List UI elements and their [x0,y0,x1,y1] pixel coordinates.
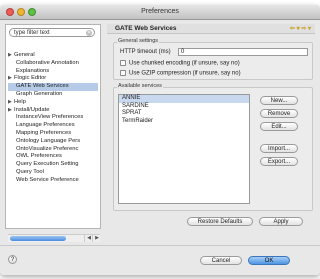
tree-item-label: GATE Web Services [16,83,69,90]
tree-item[interactable]: ▶ Flogic Editor [8,75,98,83]
window-title: Preferences [141,8,179,15]
tree-item-label: Graph Generation [16,90,63,97]
tree-item[interactable]: OWL Preferences [8,153,98,161]
tree-item-label: Query Tool [16,168,44,175]
filter-input-text: type filter text [14,30,50,36]
gzip-compression-row[interactable]: Use GZIP compression (if unsure, say no) [120,70,241,77]
tree-item[interactable]: ▶ General [8,52,98,60]
tree-item-label: General [14,52,35,58]
service-list-item[interactable]: SPRAT [119,110,249,118]
service-list-item[interactable]: ANNIE [119,95,249,103]
tree-item[interactable]: ▶ Install/Update [8,107,98,115]
chunked-encoding-row[interactable]: Use chunked encoding (if unsure, say no) [120,60,240,67]
tree-item-label: Help [14,98,26,105]
tree-item[interactable]: Collaborative Annotation [8,60,98,68]
preferences-window: Preferences type filter text ✕ ▶ General C… [0,5,320,275]
horizontal-scrollbar[interactable]: ◀ ▶ [8,234,100,242]
edit-service-button[interactable]: Edit... [260,122,298,131]
service-list-item[interactable]: SARDINE [119,103,249,111]
import-services-button[interactable]: Import... [260,144,298,153]
tree-item[interactable]: GATE Web Services [8,83,98,91]
available-services-label: Available services [117,83,163,89]
tree-item-label: Query Execution Setting [16,161,79,168]
tree-item[interactable]: Ontology Language Pers [8,138,98,146]
ok-button[interactable]: OK [248,256,290,265]
tree-item-label: Install/Update [14,106,50,113]
chunked-encoding-label: Use chunked encoding (if unsure, say no) [129,60,240,67]
tree-item[interactable]: Language Preferences [8,122,98,130]
tree-item-label: Ontology Language Pers [16,137,81,144]
restore-defaults-button[interactable]: Restore Defaults [187,217,253,226]
new-service-button[interactable]: New... [260,96,298,105]
tree-item[interactable]: InstanceView Preferences [8,114,98,122]
tree-item-label: InstanceView Preferences [16,114,84,121]
apply-button[interactable]: Apply [259,217,303,226]
tree-item-label: Collaborative Annotation [16,59,79,66]
scrollbar-thumb[interactable] [10,236,66,241]
timeout-field[interactable]: 0 [178,48,308,56]
tree-item-label: Flogic Editor [14,75,47,82]
tree-item[interactable]: Graph Generation [8,91,98,99]
clear-filter-icon[interactable]: ✕ [86,30,92,36]
cancel-button[interactable]: Cancel [200,256,242,265]
gzip-compression-label: Use GZIP compression (if unsure, say no) [129,70,241,77]
page-title-bar: GATE Web Services ⇦ ▾ ⇨ ▾ [107,24,315,34]
navigation-arrows-icon[interactable]: ⇦ ▾ ⇨ ▾ [290,24,311,34]
tree-item-label: Language Preferences [16,122,75,129]
tree-item-label: Explanations [16,67,50,74]
tree-item-label: OntoVisualize Preferenc [16,145,79,152]
tree-item[interactable]: Mapping Preferences [8,130,98,138]
remove-service-button[interactable]: Remove [260,109,298,118]
preferences-tree-panel: type filter text ✕ ▶ General Collaborative… [5,24,101,242]
preference-page: GATE Web Services ⇦ ▾ ⇨ ▾ General settin… [107,24,315,234]
tree-item[interactable]: Query Execution Setting [8,161,98,169]
preferences-tree: ▶ General Collaborative Annotation Explanat… [8,52,98,185]
tree-item-label: Web Service Preference [16,176,79,183]
tree-item-label: OWL Preferences [16,153,62,160]
help-icon[interactable]: ? [8,255,17,264]
dialog-button-bar: ? Cancel OK [0,245,320,275]
export-services-button[interactable]: Export... [260,157,298,166]
tree-item[interactable]: Query Tool [8,169,98,177]
filter-input[interactable]: type filter text ✕ [9,28,95,37]
available-services-group: Available services ANNIE SARDINE SPRAT Term… [113,83,313,211]
timeout-label: HTTP timeout (ms) [120,49,171,55]
tree-item-label: Mapping Preferences [16,129,72,136]
chunked-encoding-checkbox[interactable] [120,60,126,66]
services-list[interactable]: ANNIE SARDINE SPRAT TermRaider [118,94,250,204]
gzip-compression-checkbox[interactable] [120,70,126,76]
page-title: GATE Web Services [115,25,177,32]
tree-item[interactable]: ▶ Help [8,99,98,107]
tree-item[interactable]: OntoVisualize Preferenc [8,146,98,154]
general-settings-group: General settings HTTP timeout (ms) 0 Use… [113,38,313,80]
tree-item[interactable]: Web Service Preference [8,177,98,185]
title-bar: Preferences [0,5,320,20]
tree-item[interactable]: Explanations [8,68,98,76]
scroll-right-icon[interactable]: ▶ [92,235,101,242]
service-list-item[interactable]: TermRaider [119,118,249,126]
general-settings-label: General settings [117,38,160,44]
